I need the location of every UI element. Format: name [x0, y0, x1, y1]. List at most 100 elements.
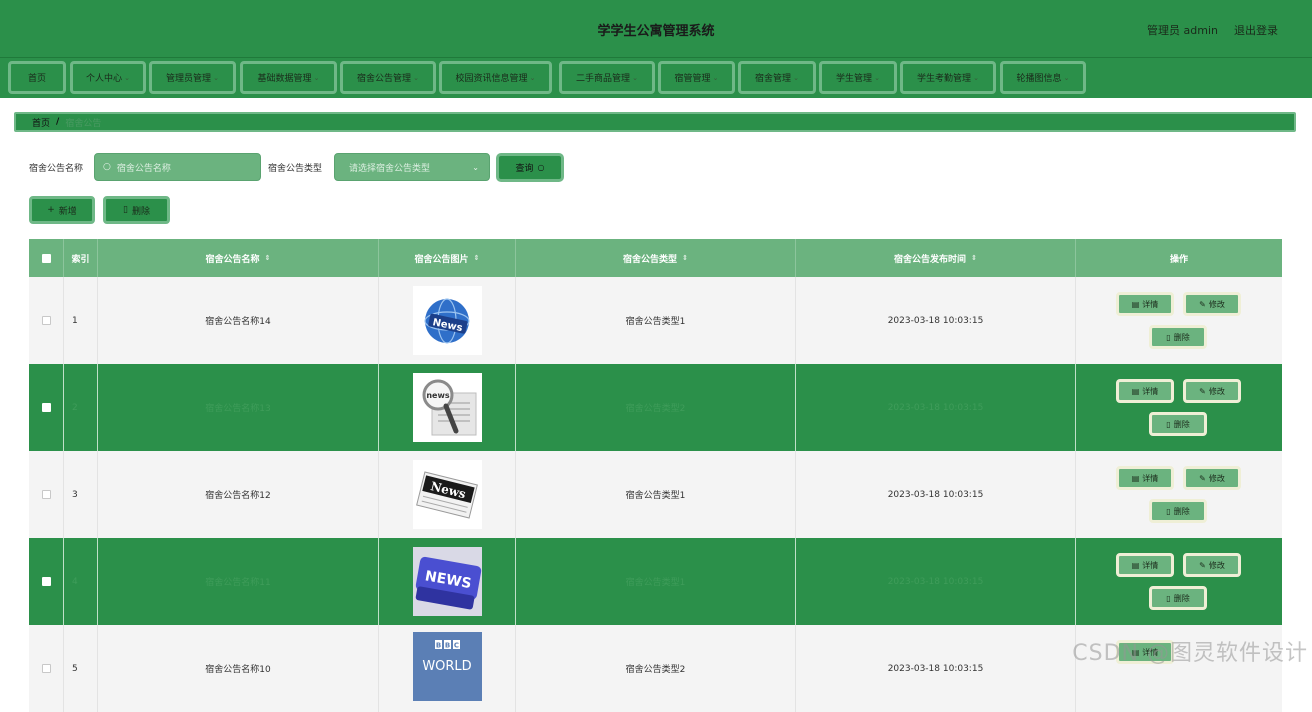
header-image[interactable]: 宿舍公告图片⇕	[379, 239, 516, 277]
row-index: 2	[64, 364, 98, 451]
row-image-cell: B B C WORLD	[379, 625, 516, 712]
chevron-down-icon: ⌄	[472, 163, 479, 172]
edit-button-label: 修改	[1209, 299, 1225, 310]
row-name: 宿舍公告名称11	[98, 538, 379, 625]
svg-text:C: C	[453, 642, 458, 650]
news-key-thumbnail[interactable]: NEWS	[413, 547, 482, 616]
logout-link[interactable]: 退出登录	[1234, 22, 1278, 38]
nav-item-notice[interactable]: 宿舍公告管理⌄	[340, 61, 436, 94]
nav-item-dorm-manager[interactable]: 宿管管理⌄	[658, 61, 735, 94]
detail-button[interactable]: ▤详情	[1116, 292, 1174, 316]
detail-button[interactable]: ▤详情	[1116, 553, 1174, 577]
sort-icon[interactable]: ⇕	[682, 254, 688, 262]
breadcrumb-home[interactable]: 首页	[32, 116, 50, 129]
nav-item-attendance[interactable]: 学生考勤管理⌄	[900, 61, 996, 94]
delete-button[interactable]: ▯删除	[1149, 586, 1207, 610]
table-row: 3 宿舍公告名称12 News 宿舍公告类型1 2023-03-18 10:03…	[29, 451, 1282, 538]
news-magnifier-thumbnail[interactable]: news	[413, 373, 482, 442]
edit-button[interactable]: ✎修改	[1183, 466, 1241, 490]
name-search-label: 宿舍公告名称	[29, 161, 83, 174]
breadcrumb-separator: /	[56, 117, 59, 127]
edit-button[interactable]: ✎修改	[1183, 553, 1241, 577]
nav-item-base-data[interactable]: 基础数据管理⌄	[240, 61, 337, 94]
nav-item-student[interactable]: 学生管理⌄	[819, 61, 897, 94]
nav-item-campus-news[interactable]: 校园资讯信息管理⌄	[439, 61, 552, 94]
edit-button[interactable]: ✎修改	[1183, 292, 1241, 316]
header-time-label: 宿舍公告发布时间	[894, 252, 966, 265]
detail-button[interactable]: ▤详情	[1116, 466, 1174, 490]
row-checkbox[interactable]	[42, 316, 51, 325]
row-image-cell: NEWS	[379, 538, 516, 625]
nav-item-dorm[interactable]: 宿舍管理⌄	[738, 61, 816, 94]
row-image-cell: News	[379, 451, 516, 538]
search-icon: ○	[538, 163, 545, 172]
row-select-cell	[29, 451, 64, 538]
detail-button-label: 详情	[1142, 560, 1158, 571]
header-index-label: 索引	[71, 252, 89, 265]
header-type-label: 宿舍公告类型	[623, 252, 677, 265]
svg-text:news: news	[426, 391, 450, 400]
nav-item-profile[interactable]: 个人中心⌄	[70, 61, 146, 94]
row-index: 3	[64, 451, 98, 538]
row-image-cell: News	[379, 277, 516, 364]
row-checkbox[interactable]	[42, 490, 51, 499]
nav-item-second-hand[interactable]: 二手商品管理⌄	[559, 61, 655, 94]
trash-icon: ▯	[1166, 507, 1170, 516]
header-ops-label: 操作	[1170, 252, 1188, 265]
batch-delete-button[interactable]: ▯ 删除	[103, 196, 170, 224]
sort-icon[interactable]: ⇕	[971, 254, 977, 262]
name-search-input[interactable]: ○ 宿舍公告名称	[94, 153, 261, 181]
row-ops-cell: ▤详情 ✎修改 ▯删除	[1076, 538, 1282, 625]
detail-button[interactable]: ▤详情	[1116, 379, 1174, 403]
add-button[interactable]: + 新增	[29, 196, 95, 224]
delete-button-label: 删除	[1174, 506, 1190, 517]
row-index: 5	[64, 625, 98, 712]
nav-item-admin[interactable]: 管理员管理⌄	[149, 61, 236, 94]
edit-button[interactable]: ✎修改	[1183, 379, 1241, 403]
header-time[interactable]: 宿舍公告发布时间 ⇕	[796, 239, 1076, 277]
delete-button-label: 删除	[1174, 419, 1190, 430]
sort-icon[interactable]: ⇕	[474, 254, 480, 262]
nav-item-carousel[interactable]: 轮播图信息⌄	[1000, 61, 1086, 94]
row-checkbox[interactable]	[42, 403, 51, 412]
trash-icon: ▯	[123, 205, 128, 215]
document-icon: ▤	[1132, 561, 1140, 570]
delete-button[interactable]: ▯删除	[1149, 325, 1207, 349]
header-index: 索引	[64, 239, 98, 277]
table-row: 1 宿舍公告名称14 News 宿舍公告类型1 2023-03-18 10:03…	[29, 277, 1282, 364]
delete-button[interactable]: ▯ 删除	[1149, 499, 1207, 523]
select-all-checkbox[interactable]	[42, 254, 51, 263]
row-time: 2023-03-18 10:03:15	[796, 451, 1076, 538]
nav-item-home[interactable]: 首页	[8, 61, 66, 94]
row-name: 宿舍公告名称13	[98, 364, 379, 451]
svg-text:B: B	[444, 642, 449, 650]
row-index: 4	[64, 538, 98, 625]
table-row: 2 宿舍公告名称13 news 宿舍公告类型2 2023-03-18 10:03…	[29, 364, 1282, 451]
bbc-world-thumbnail[interactable]: B B C WORLD	[413, 632, 482, 701]
delete-button[interactable]: ▯删除	[1149, 412, 1207, 436]
type-select[interactable]: 请选择宿舍公告类型 ⌄	[334, 153, 490, 181]
row-select-cell	[29, 277, 64, 364]
svg-text:B: B	[435, 642, 440, 650]
query-button[interactable]: 查询 ○	[496, 153, 564, 182]
header-name[interactable]: 宿舍公告名称⇕	[98, 239, 379, 277]
edit-button-label: 修改	[1209, 560, 1225, 571]
row-checkbox[interactable]	[42, 577, 51, 586]
news-globe-thumbnail[interactable]: News	[413, 286, 482, 355]
nav-item-label: 二手商品管理	[576, 71, 630, 84]
header-type[interactable]: 宿舍公告类型 ⇕	[516, 239, 796, 277]
plus-icon: +	[47, 205, 55, 215]
type-select-placeholder: 请选择宿舍公告类型	[349, 161, 430, 174]
row-checkbox[interactable]	[42, 664, 51, 673]
main-nav: 首页 个人中心⌄ 管理员管理⌄ 基础数据管理⌄ 宿舍公告管理⌄ 校园资讯信息管理…	[0, 58, 1312, 98]
chevron-down-icon: ⌄	[632, 74, 638, 82]
row-type: 宿舍公告类型2	[516, 625, 796, 712]
chevron-down-icon: ⌄	[314, 74, 320, 82]
sort-icon[interactable]: ⇕	[265, 254, 271, 262]
nav-item-label: 学生管理	[836, 71, 872, 84]
trash-icon: ▯	[1166, 594, 1170, 603]
chevron-down-icon: ⌄	[874, 74, 880, 82]
news-newspaper-thumbnail[interactable]: News	[413, 460, 482, 529]
query-button-label: 查询	[516, 161, 534, 174]
row-time: 2023-03-18 10:03:15	[796, 364, 1076, 451]
